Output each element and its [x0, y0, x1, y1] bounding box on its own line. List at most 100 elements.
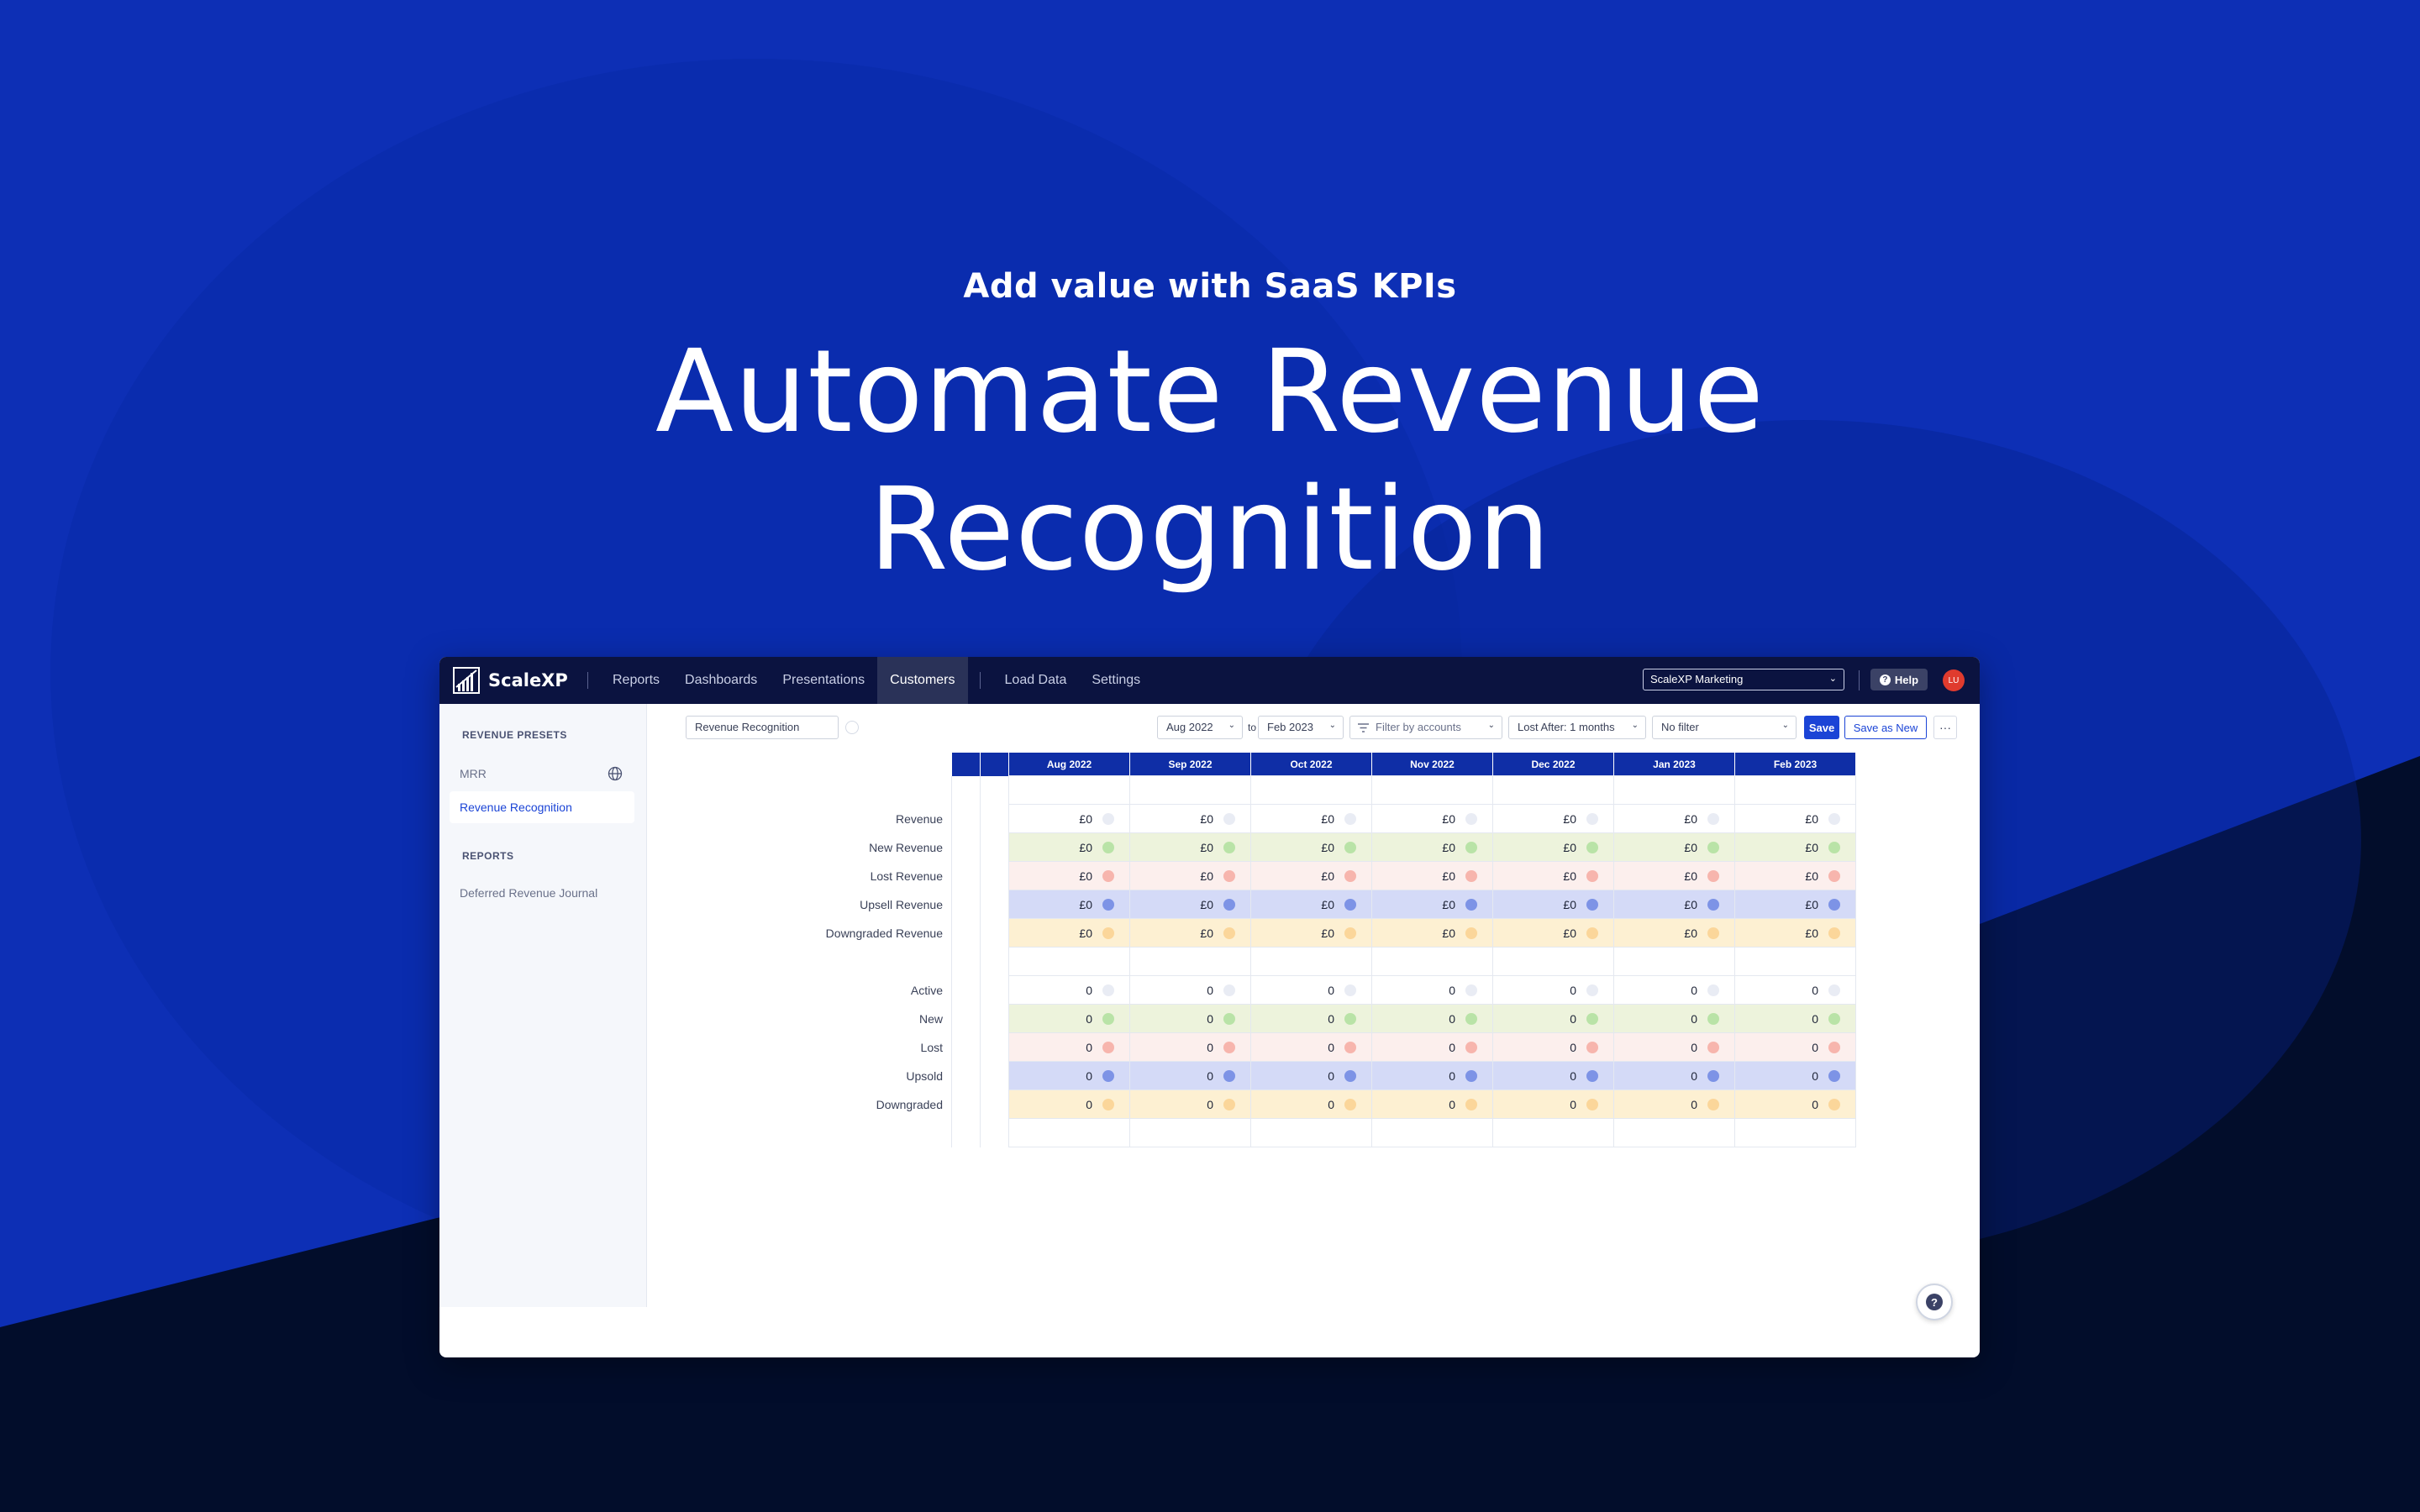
from-month-select[interactable]: Aug 2022 ⌄	[1157, 716, 1243, 739]
value-cell[interactable]: £0	[1614, 805, 1735, 833]
nav-settings[interactable]: Settings	[1079, 657, 1153, 704]
value-cell[interactable]: £0	[1009, 890, 1130, 919]
month-header[interactable]: Dec 2022	[1493, 753, 1614, 776]
value-cell[interactable]: 0	[1009, 1005, 1130, 1033]
month-header[interactable]: Jan 2023	[1614, 753, 1735, 776]
status-dot-icon[interactable]	[1102, 813, 1114, 825]
value-cell[interactable]: £0	[1130, 862, 1251, 890]
value-cell[interactable]: £0	[1493, 862, 1614, 890]
value-cell[interactable]: £0	[1009, 805, 1130, 833]
status-dot-icon[interactable]	[1223, 1013, 1235, 1025]
status-dot-icon[interactable]	[1828, 1070, 1840, 1082]
status-dot-icon[interactable]	[1223, 842, 1235, 853]
status-dot-icon[interactable]	[1102, 1013, 1114, 1025]
status-dot-icon[interactable]	[1223, 927, 1235, 939]
lost-after-select[interactable]: Lost After: 1 months ⌄	[1508, 716, 1646, 739]
value-cell[interactable]: 0	[1614, 1062, 1735, 1090]
value-cell[interactable]: 0	[1251, 1005, 1372, 1033]
user-avatar[interactable]: LU	[1943, 669, 1965, 691]
value-cell[interactable]: 0	[1009, 1033, 1130, 1062]
nav-presentations[interactable]: Presentations	[770, 657, 877, 704]
status-dot-icon[interactable]	[1828, 927, 1840, 939]
status-dot-icon[interactable]	[1828, 813, 1840, 825]
value-cell[interactable]: 0	[1614, 976, 1735, 1005]
status-dot-icon[interactable]	[1707, 1070, 1719, 1082]
status-dot-icon[interactable]	[1223, 899, 1235, 911]
value-cell[interactable]: £0	[1372, 805, 1493, 833]
status-dot-icon[interactable]	[1223, 1070, 1235, 1082]
value-cell[interactable]: £0	[1735, 805, 1856, 833]
nav-dashboards[interactable]: Dashboards	[672, 657, 770, 704]
value-cell[interactable]: 0	[1130, 1033, 1251, 1062]
status-dot-icon[interactable]	[1707, 899, 1719, 911]
status-dot-icon[interactable]	[1465, 1070, 1477, 1082]
value-cell[interactable]: £0	[1614, 890, 1735, 919]
month-header[interactable]: Nov 2022	[1372, 753, 1493, 776]
status-dot-icon[interactable]	[1344, 984, 1356, 996]
status-dot-icon[interactable]	[1828, 899, 1840, 911]
value-cell[interactable]: 0	[1009, 976, 1130, 1005]
value-cell[interactable]: 0	[1735, 1062, 1856, 1090]
report-name-input[interactable]: Revenue Recognition	[686, 716, 839, 739]
value-cell[interactable]: 0	[1493, 976, 1614, 1005]
sidebar-item-deferred-revenue-journal[interactable]: Deferred Revenue Journal	[450, 877, 634, 909]
value-cell[interactable]: £0	[1372, 919, 1493, 948]
value-cell[interactable]: 0	[1130, 1062, 1251, 1090]
status-dot-icon[interactable]	[1586, 842, 1598, 853]
status-dot-icon[interactable]	[1707, 1099, 1719, 1110]
status-dot-icon[interactable]	[1344, 927, 1356, 939]
status-dot-icon[interactable]	[1465, 1099, 1477, 1110]
value-cell[interactable]: 0	[1372, 1062, 1493, 1090]
value-cell[interactable]: £0	[1130, 919, 1251, 948]
status-dot-icon[interactable]	[1586, 1070, 1598, 1082]
value-cell[interactable]: £0	[1614, 919, 1735, 948]
sidebar-item-mrr[interactable]: MRR	[450, 758, 634, 790]
value-cell[interactable]: 0	[1735, 1005, 1856, 1033]
status-dot-icon[interactable]	[1707, 842, 1719, 853]
value-cell[interactable]: £0	[1251, 890, 1372, 919]
status-dot-icon[interactable]	[1465, 813, 1477, 825]
value-cell[interactable]: £0	[1130, 805, 1251, 833]
info-icon[interactable]	[845, 721, 859, 734]
value-cell[interactable]: 0	[1130, 976, 1251, 1005]
nav-reports[interactable]: Reports	[600, 657, 672, 704]
value-cell[interactable]: 0	[1372, 976, 1493, 1005]
value-cell[interactable]: 0	[1009, 1062, 1130, 1090]
value-cell[interactable]: £0	[1251, 919, 1372, 948]
value-cell[interactable]: 0	[1251, 976, 1372, 1005]
month-header[interactable]: Aug 2022	[1009, 753, 1130, 776]
status-dot-icon[interactable]	[1828, 1013, 1840, 1025]
status-dot-icon[interactable]	[1465, 927, 1477, 939]
value-cell[interactable]: 0	[1251, 1062, 1372, 1090]
status-dot-icon[interactable]	[1828, 1042, 1840, 1053]
status-dot-icon[interactable]	[1102, 899, 1114, 911]
value-cell[interactable]: £0	[1735, 833, 1856, 862]
status-dot-icon[interactable]	[1828, 842, 1840, 853]
value-cell[interactable]: 0	[1009, 1090, 1130, 1119]
status-dot-icon[interactable]	[1465, 899, 1477, 911]
value-cell[interactable]: £0	[1372, 833, 1493, 862]
value-cell[interactable]: £0	[1735, 919, 1856, 948]
status-dot-icon[interactable]	[1223, 984, 1235, 996]
value-cell[interactable]: 0	[1493, 1005, 1614, 1033]
value-cell[interactable]: £0	[1251, 805, 1372, 833]
globe-icon[interactable]	[608, 766, 623, 781]
value-cell[interactable]: 0	[1614, 1033, 1735, 1062]
value-cell[interactable]: 0	[1372, 1090, 1493, 1119]
status-dot-icon[interactable]	[1102, 927, 1114, 939]
value-cell[interactable]: 0	[1735, 976, 1856, 1005]
status-dot-icon[interactable]	[1344, 1070, 1356, 1082]
value-cell[interactable]: £0	[1130, 833, 1251, 862]
help-button[interactable]: ? Help	[1870, 669, 1928, 690]
status-dot-icon[interactable]	[1586, 927, 1598, 939]
month-header[interactable]: Oct 2022	[1251, 753, 1372, 776]
status-dot-icon[interactable]	[1828, 870, 1840, 882]
status-dot-icon[interactable]	[1102, 870, 1114, 882]
status-dot-icon[interactable]	[1223, 813, 1235, 825]
status-dot-icon[interactable]	[1465, 870, 1477, 882]
nav-load-data[interactable]: Load Data	[992, 657, 1080, 704]
status-dot-icon[interactable]	[1586, 899, 1598, 911]
value-cell[interactable]: 0	[1493, 1033, 1614, 1062]
status-dot-icon[interactable]	[1344, 1013, 1356, 1025]
status-dot-icon[interactable]	[1465, 1042, 1477, 1053]
